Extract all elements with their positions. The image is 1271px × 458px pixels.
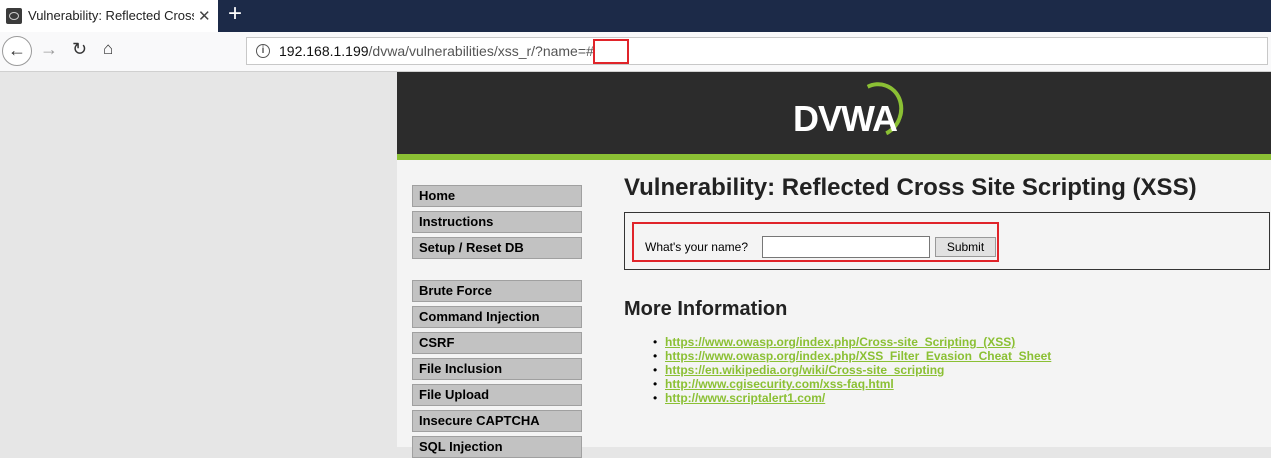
menu-item-file-inclusion[interactable]: File Inclusion (412, 358, 582, 380)
menu-item-instructions[interactable]: Instructions (412, 211, 582, 233)
page-header: DVWA (397, 72, 1271, 154)
url-path: /dvwa/vulnerabilities/xss_r/?name=# (368, 43, 594, 59)
logo-text: DVWA (793, 98, 898, 139)
name-label: What's your name? (645, 240, 749, 254)
menu-item-csrf[interactable]: CSRF (412, 332, 582, 354)
menu-item-setup-reset-db[interactable]: Setup / Reset DB (412, 237, 582, 259)
reference-links: https://www.owasp.org/index.php/Cross-si… (637, 335, 1051, 405)
list-item: http://www.cgisecurity.com/xss-faq.html (637, 377, 1051, 391)
dvwa-page: DVWA Home Instructions Setup / Reset DB … (397, 72, 1271, 458)
menu-item-home[interactable]: Home (412, 185, 582, 207)
wikipedia-xss-link[interactable]: https://en.wikipedia.org/wiki/Cross-site… (665, 363, 944, 377)
browser-tab-bar: Vulnerability: Reflected Cross Site Scri… (0, 0, 1271, 32)
menu-item-brute-force[interactable]: Brute Force (412, 280, 582, 302)
back-arrow-icon[interactable]: ← (2, 36, 32, 66)
menu-item-insecure-captcha[interactable]: Insecure CAPTCHA (412, 410, 582, 432)
list-item: https://www.owasp.org/index.php/Cross-si… (637, 335, 1051, 349)
menu-item-file-upload[interactable]: File Upload (412, 384, 582, 406)
reload-icon[interactable]: ↻ (72, 39, 87, 60)
page-title: Vulnerability: Reflected Cross Site Scri… (624, 174, 1197, 201)
site-info-icon[interactable]: i (256, 44, 270, 58)
list-item: http://www.scriptalert1.com/ (637, 391, 1051, 405)
owasp-xss-link[interactable]: https://www.owasp.org/index.php/Cross-si… (665, 335, 1015, 349)
menu-item-sql-injection[interactable]: SQL Injection (412, 436, 582, 458)
dvwa-logo: DVWA (787, 74, 912, 146)
owasp-filter-evasion-link[interactable]: https://www.owasp.org/index.php/XSS_Filt… (665, 349, 1051, 363)
home-icon[interactable]: ⌂ (103, 39, 113, 59)
tab-title: Vulnerability: Reflected Cross Site Scri… (28, 8, 194, 23)
dvwa-favicon-icon (6, 8, 22, 24)
header-stripe (397, 154, 1271, 160)
name-input[interactable] (762, 236, 930, 258)
scriptalert1-link[interactable]: http://www.scriptalert1.com/ (665, 391, 825, 405)
url-text: 192.168.1.199/dvwa/vulnerabilities/xss_r… (279, 43, 594, 59)
xss-form: What's your name? Submit (624, 212, 1270, 270)
more-information-heading: More Information (624, 298, 788, 320)
url-host: 192.168.1.199 (279, 43, 369, 59)
browser-tab[interactable]: Vulnerability: Reflected Cross Site Scri… (0, 0, 218, 32)
forward-arrow-icon[interactable]: → (40, 39, 58, 60)
close-tab-icon[interactable]: ✕ (198, 7, 211, 25)
browser-nav-bar: ← → ↻ ⌂ i 192.168.1.199/dvwa/vulnerabili… (0, 32, 1271, 72)
menu-item-command-injection[interactable]: Command Injection (412, 306, 582, 328)
list-item: https://www.owasp.org/index.php/XSS_Filt… (637, 349, 1051, 363)
address-bar[interactable]: i 192.168.1.199/dvwa/vulnerabilities/xss… (246, 37, 1268, 65)
list-item: https://en.wikipedia.org/wiki/Cross-site… (637, 363, 1051, 377)
url-highlight-box (593, 39, 629, 64)
cgisecurity-faq-link[interactable]: http://www.cgisecurity.com/xss-faq.html (665, 377, 894, 391)
submit-button[interactable]: Submit (935, 237, 996, 257)
new-tab-icon[interactable]: + (228, 2, 242, 26)
